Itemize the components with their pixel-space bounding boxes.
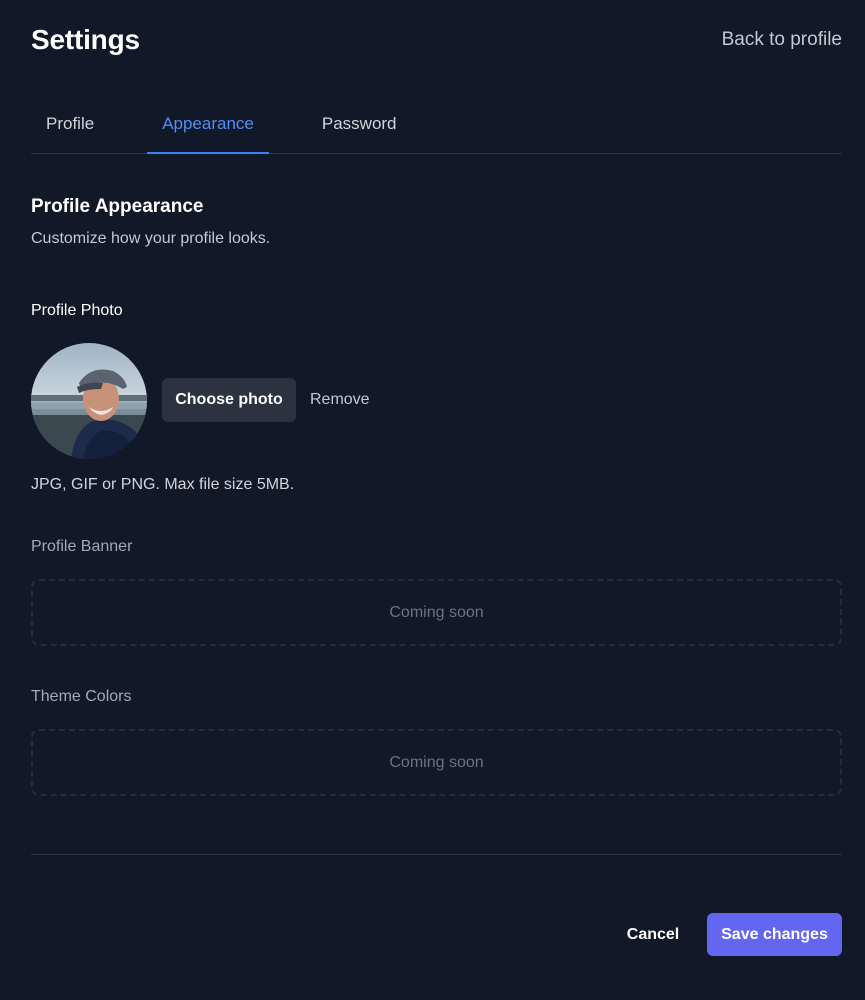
theme-coming-soon-text: Coming soon: [389, 753, 484, 771]
tab-profile[interactable]: Profile: [31, 100, 109, 153]
section-title: Profile Appearance: [31, 196, 204, 217]
profile-banner-label: Profile Banner: [31, 538, 133, 555]
footer-divider: [31, 854, 842, 855]
banner-coming-soon-text: Coming soon: [389, 603, 484, 621]
page-header: Settings Back to profile: [31, 22, 842, 58]
photo-file-hint: JPG, GIF or PNG. Max file size 5MB.: [31, 476, 295, 493]
section-description: Customize how your profile looks.: [31, 230, 271, 247]
theme-colors-placeholder: Coming soon: [31, 729, 842, 796]
cancel-button[interactable]: Cancel: [612, 913, 694, 956]
choose-photo-button[interactable]: Choose photo: [162, 378, 296, 422]
avatar-photo: [31, 343, 147, 459]
remove-photo-button[interactable]: Remove: [310, 378, 370, 422]
theme-colors-label: Theme Colors: [31, 688, 132, 705]
page-title: Settings: [31, 24, 140, 55]
profile-photo-label: Profile Photo: [31, 302, 123, 319]
tab-password[interactable]: Password: [307, 100, 412, 153]
settings-tabs: Profile Appearance Password: [31, 100, 842, 154]
settings-page: Settings Back to profile Profile Appeara…: [0, 0, 865, 1000]
tab-appearance[interactable]: Appearance: [147, 100, 269, 154]
avatar: [31, 343, 147, 459]
profile-banner-placeholder: Coming soon: [31, 579, 842, 646]
back-to-profile-link[interactable]: Back to profile: [722, 29, 842, 51]
save-changes-button[interactable]: Save changes: [707, 913, 842, 956]
